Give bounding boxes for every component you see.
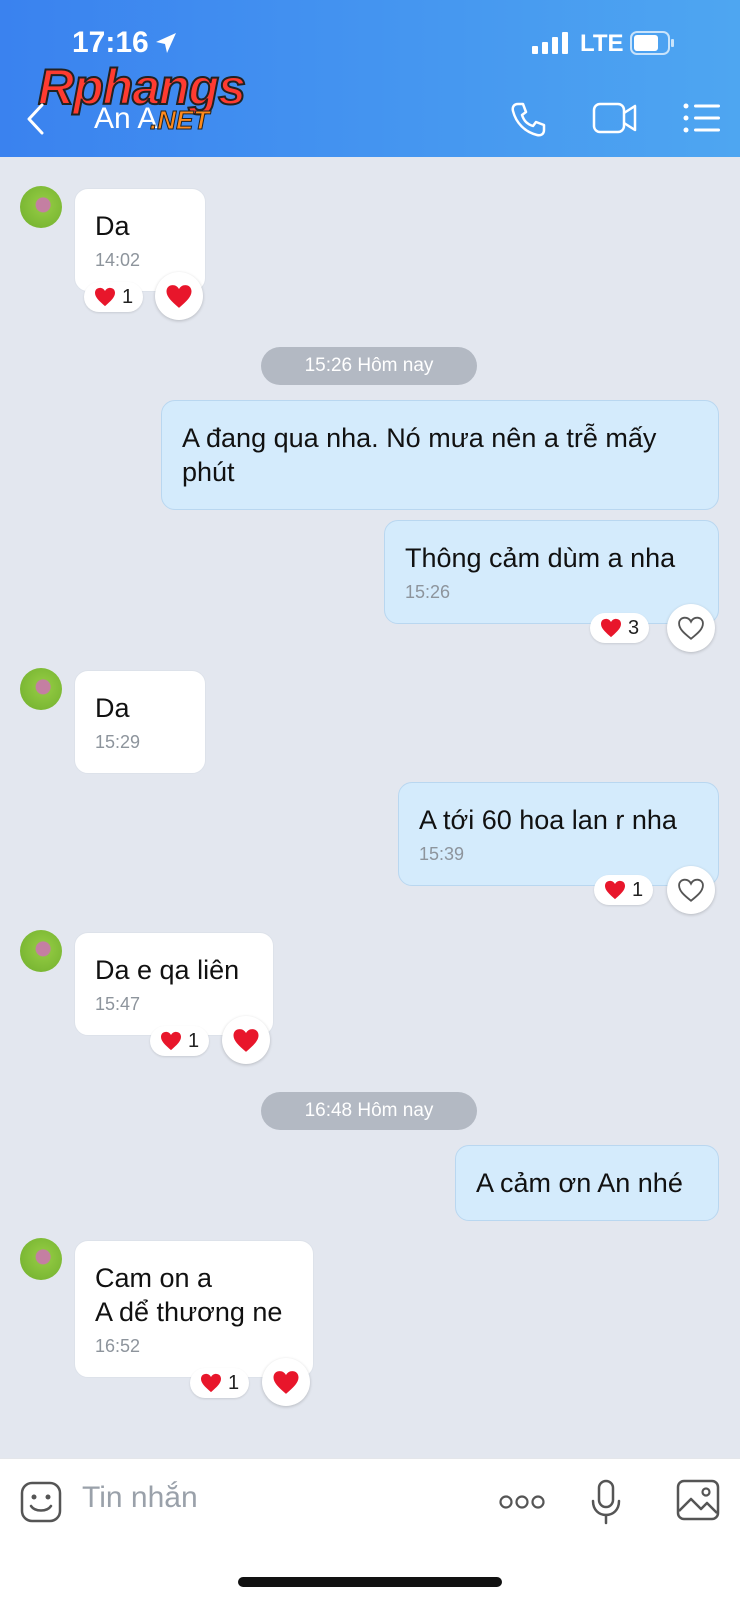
contact-avatar[interactable] (20, 668, 62, 710)
message-text: Da (95, 211, 130, 241)
more-icon[interactable] (498, 1491, 546, 1513)
message-bubble-outgoing[interactable]: Thông cảm dùm a nha 15:26 (384, 520, 719, 624)
message-time: 15:26 (405, 582, 451, 602)
message-composer: Tin nhắn (0, 1458, 740, 1600)
reaction-summary[interactable]: 1 (594, 875, 654, 905)
heart-icon (601, 618, 621, 638)
message-time: 16:52 (95, 1336, 141, 1356)
message-text: Da e qa liên (95, 955, 240, 985)
chat-title[interactable]: An A (94, 102, 157, 136)
image-icon[interactable] (676, 1479, 720, 1521)
react-button[interactable] (667, 604, 715, 652)
react-button[interactable] (222, 1016, 270, 1064)
message-bubble-outgoing[interactable]: A đang qua nha. Nó mưa nên a trễ mấy phú… (161, 400, 719, 510)
reaction-summary[interactable]: 1 (190, 1368, 250, 1398)
heart-icon (233, 1028, 259, 1052)
message-text: A tới 60 hoa lan r nha (419, 805, 677, 835)
message-text: Cam on a (95, 1263, 213, 1293)
back-icon[interactable] (24, 102, 48, 136)
contact-avatar[interactable] (20, 1238, 62, 1280)
heart-outline-icon (678, 878, 704, 902)
heart-icon (273, 1370, 299, 1394)
heart-icon (201, 1373, 221, 1393)
message-bubble-outgoing[interactable]: A tới 60 hoa lan r nha 15:39 (398, 782, 719, 886)
contact-avatar[interactable] (20, 930, 62, 972)
reaction-count: 1 (122, 285, 134, 308)
message-text: A đang qua nha. Nó mưa nên a trễ mấy phú… (182, 423, 657, 487)
location-arrow-icon (156, 33, 176, 53)
message-text: Thông cảm dùm a nha (405, 543, 676, 573)
video-icon[interactable] (592, 100, 638, 136)
mic-icon[interactable] (590, 1479, 622, 1525)
message-time: 15:29 (95, 732, 141, 752)
menu-icon[interactable] (682, 100, 722, 136)
network-type: LTE (580, 30, 624, 57)
react-button[interactable] (262, 1358, 310, 1406)
reaction-summary[interactable]: 1 (150, 1026, 210, 1056)
signal-icon (532, 32, 568, 54)
message-bubble-incoming[interactable]: Cam on a A dể thương ne 16:52 (74, 1240, 314, 1378)
reaction-count: 1 (632, 878, 644, 901)
phone-icon[interactable] (508, 100, 548, 140)
reaction-count: 1 (228, 1371, 240, 1394)
reaction-summary[interactable]: 1 (84, 282, 144, 312)
heart-icon (95, 287, 115, 307)
status-time: 17:16 (72, 26, 149, 59)
message-time: 14:02 (95, 250, 141, 270)
message-text: A cảm ơn An nhé (476, 1168, 683, 1198)
date-divider: 16:48 Hôm nay (261, 1092, 477, 1130)
reaction-count: 1 (188, 1029, 200, 1052)
heart-icon (166, 284, 192, 308)
message-input[interactable]: Tin nhắn (82, 1481, 198, 1515)
watermark-suffix: .NET (149, 105, 210, 136)
sticker-icon[interactable] (20, 1481, 62, 1523)
date-divider: 15:26 Hôm nay (261, 347, 477, 385)
reaction-count: 3 (628, 616, 640, 639)
heart-icon (161, 1031, 181, 1051)
heart-icon (605, 880, 625, 900)
react-button[interactable] (667, 866, 715, 914)
message-text: Da (95, 693, 130, 723)
message-bubble-outgoing[interactable]: A cảm ơn An nhé (455, 1145, 719, 1221)
message-time: 15:39 (419, 844, 465, 864)
message-text: A dể thương ne (95, 1297, 283, 1327)
chat-header: 17:16 LTE Rphangs An A .NET (0, 0, 740, 157)
contact-avatar[interactable] (20, 186, 62, 228)
react-button[interactable] (155, 272, 203, 320)
reaction-summary[interactable]: 3 (590, 613, 650, 643)
battery-icon (630, 31, 674, 55)
message-time: 15:47 (95, 994, 141, 1014)
heart-outline-icon (678, 616, 704, 640)
home-indicator (238, 1577, 502, 1587)
message-bubble-incoming[interactable]: Da 15:29 (74, 670, 206, 774)
